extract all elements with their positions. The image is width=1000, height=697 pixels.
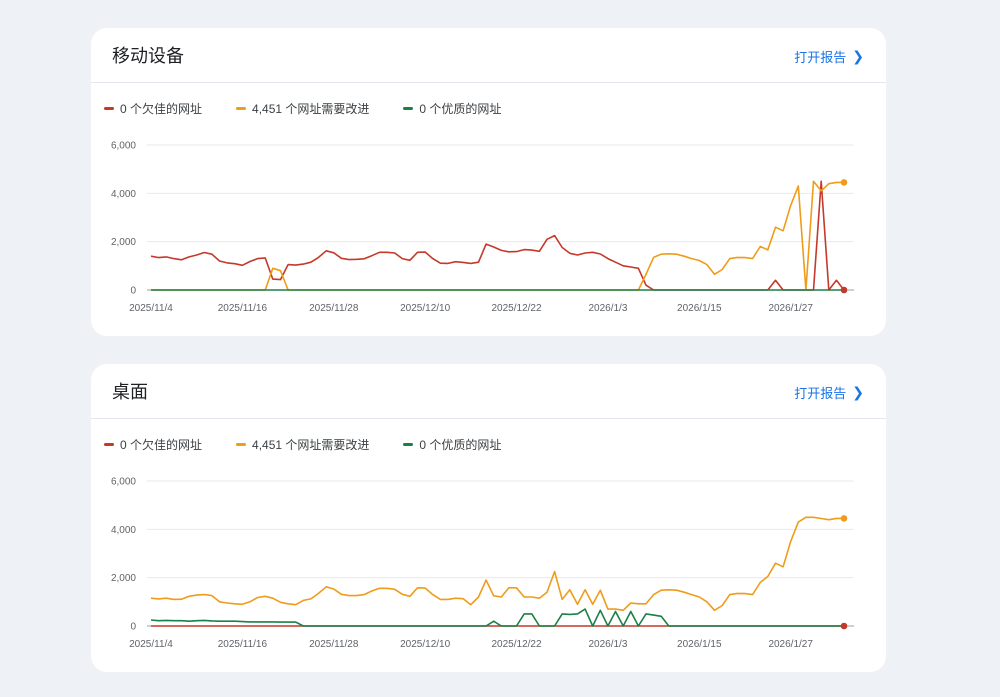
divider: [91, 418, 886, 419]
legend-label-good: 0 个优质的网址: [419, 102, 502, 116]
x-tick-label: 2025/12/22: [492, 303, 542, 314]
series-line-1: [150, 516, 844, 612]
x-tick-label: 2025/11/4: [129, 303, 173, 314]
y-tick-label: 2,000: [111, 237, 136, 248]
legend-swatch-good: [403, 107, 414, 110]
y-tick-label: 0: [130, 286, 136, 297]
legend: 0 个欠佳的网址 4,451 个网址需要改进 0 个优质的网址: [104, 100, 535, 117]
x-tick-label: 2026/1/3: [588, 303, 627, 314]
series-line-1: [151, 180, 844, 291]
legend-item-improve[interactable]: 4,451 个网址需要改进: [236, 436, 369, 453]
x-tick-label: 2025/11/28: [309, 639, 359, 650]
legend-item-good[interactable]: 0 个优质的网址: [403, 436, 501, 453]
series-endpoint-0: [840, 622, 848, 630]
y-tick-label: 6,000: [111, 477, 136, 488]
x-tick-label: 2026/1/27: [768, 639, 813, 650]
desktop-card: 0 2,000 4,000 6,000 2025/11/4 2025/11/16 2025/…: [91, 364, 886, 672]
open-report-link[interactable]: 打开报告 ❯: [794, 383, 864, 402]
legend-label-improve: 4,451 个网址需要改进: [252, 438, 370, 452]
x-tick-label: 2026/1/15: [677, 303, 722, 314]
desktop-chart: 0 2,000 4,000 6,000 2025/11/4 2025/11/16 2025/…: [111, 477, 854, 650]
legend-label-good: 0 个优质的网址: [419, 438, 502, 452]
x-tick-label: 2025/12/22: [492, 639, 542, 650]
series-endpoint-0: [840, 286, 848, 294]
x-tick-label: 2025/12/10: [400, 303, 450, 314]
open-report-link[interactable]: 打开报告 ❯: [794, 47, 864, 66]
legend-swatch-improve: [236, 443, 247, 446]
legend-item-good[interactable]: 0 个优质的网址: [403, 100, 501, 117]
legend-label-improve: 4,451 个网址需要改进: [252, 102, 370, 116]
x-tick-label: 2026/1/3: [588, 639, 627, 650]
card-title: 移动设备: [112, 46, 184, 66]
legend-swatch-poor: [104, 107, 114, 110]
legend: 0 个欠佳的网址 4,451 个网址需要改进 0 个优质的网址: [104, 436, 535, 453]
x-tick-label: 2026/1/27: [768, 303, 813, 314]
series-endpoint-1: [840, 515, 848, 522]
card-title: 桌面: [112, 382, 148, 402]
legend-label-poor: 0 个欠佳的网址: [120, 102, 203, 116]
chevron-right-icon: ❯: [852, 48, 864, 64]
y-tick-label: 0: [130, 622, 136, 633]
mobile-card: 0 2,000 4,000 6,000 2025/11/4 2025/11/16 2025/…: [91, 28, 886, 336]
legend-swatch-poor: [104, 443, 114, 446]
legend-item-poor[interactable]: 0 个欠佳的网址: [104, 100, 202, 117]
legend-item-improve[interactable]: 4,451 个网址需要改进: [236, 100, 369, 117]
x-tick-label: 2025/12/10: [400, 639, 450, 650]
mobile-chart: 0 2,000 4,000 6,000 2025/11/4 2025/11/16 2025/…: [111, 141, 854, 314]
series-endpoint-1: [840, 179, 848, 186]
legend-label-poor: 0 个欠佳的网址: [120, 438, 203, 452]
y-tick-label: 4,000: [111, 525, 136, 536]
x-tick-label: 2025/11/16: [218, 303, 268, 314]
x-tick-label: 2026/1/15: [677, 639, 722, 650]
y-tick-label: 6,000: [111, 141, 136, 152]
y-tick-label: 2,000: [111, 573, 136, 584]
series-line-2: [150, 608, 844, 627]
chevron-right-icon: ❯: [852, 384, 864, 400]
x-tick-label: 2025/11/28: [309, 303, 359, 314]
series-line-0: [150, 180, 845, 291]
legend-item-poor[interactable]: 0 个欠佳的网址: [104, 436, 202, 453]
open-report-label: 打开报告: [794, 50, 847, 65]
legend-swatch-improve: [236, 107, 247, 110]
y-tick-label: 4,000: [111, 189, 136, 200]
legend-swatch-good: [403, 443, 414, 446]
x-tick-label: 2025/11/16: [218, 639, 268, 650]
divider: [91, 82, 886, 83]
open-report-label: 打开报告: [794, 386, 847, 401]
x-tick-label: 2025/11/4: [129, 639, 173, 650]
